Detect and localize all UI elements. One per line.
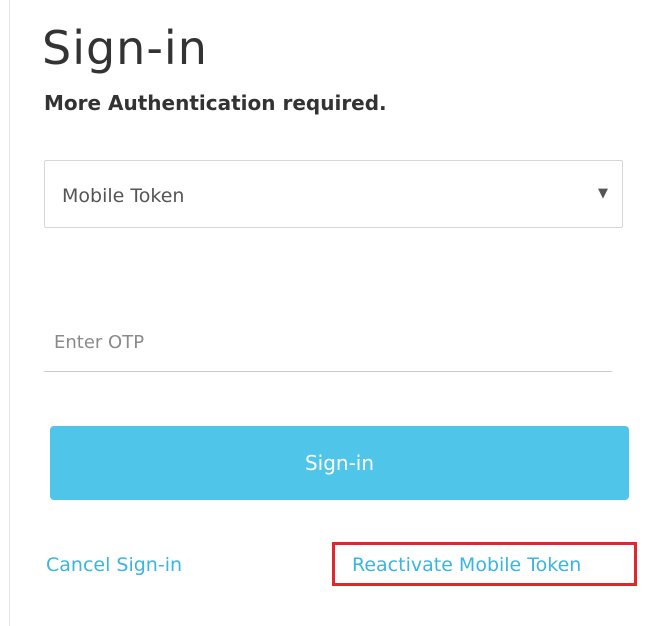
- signin-button[interactable]: Sign-in: [50, 426, 629, 500]
- auth-method-select[interactable]: Mobile Token ▼: [44, 160, 623, 228]
- auth-method-selected-value: Mobile Token: [62, 185, 185, 207]
- page-title: Sign-in: [42, 21, 208, 75]
- panel-divider: [9, 0, 10, 626]
- signin-page: Sign-in More Authentication required. Mo…: [0, 0, 662, 626]
- otp-input[interactable]: [44, 322, 612, 362]
- page-subtitle: More Authentication required.: [44, 91, 387, 115]
- caret-down-icon: ▼: [598, 186, 608, 201]
- cancel-signin-link[interactable]: Cancel Sign-in: [46, 551, 182, 579]
- otp-field: [44, 322, 612, 372]
- reactivate-mobile-token-link[interactable]: Reactivate Mobile Token: [352, 551, 581, 579]
